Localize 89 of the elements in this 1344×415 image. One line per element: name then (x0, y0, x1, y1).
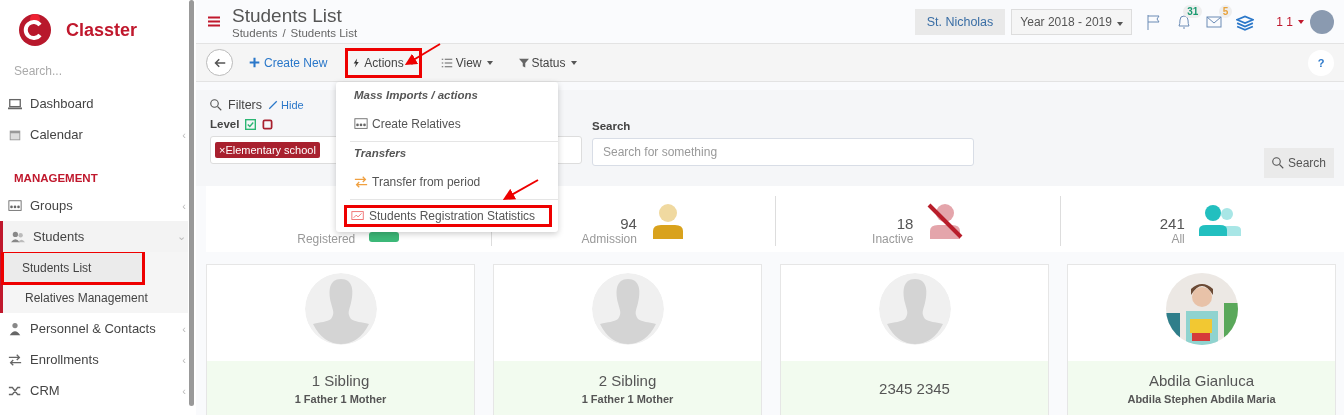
breadcrumb-link[interactable]: Students List (290, 26, 358, 39)
menu-heading: Transfers (353, 146, 408, 161)
student-name: Abdila Gianluca (1148, 371, 1255, 389)
chevron-icon: ‹ (182, 322, 186, 335)
chevron-icon: ‹ (182, 128, 186, 141)
group-icon (8, 198, 22, 213)
exchange-icon (8, 352, 22, 367)
sidebar-subitem[interactable]: Students List (4, 253, 142, 282)
chevron-icon: ‹ (182, 199, 186, 212)
avatar-placeholder-icon (304, 273, 377, 345)
student-card[interactable]: 2 Sibling 1 Father 1 Mother (493, 264, 762, 415)
stat-count: 18 (896, 215, 914, 232)
page-title: Students List (232, 4, 343, 27)
sidebar-item[interactable]: Groups ‹ (0, 190, 188, 221)
sidebar-item[interactable]: Enrollments ‹ (0, 344, 188, 375)
check-square-icon (245, 118, 257, 130)
menu-item[interactable]: Students Registration Statistics (344, 205, 552, 227)
chevron-icon: ⌄ (177, 230, 186, 243)
sidebar-item[interactable]: Calendar ‹ (0, 119, 188, 150)
notification-badge: 31 (1183, 4, 1203, 18)
sidebar-item[interactable]: CRM ‹ (0, 375, 188, 406)
stat-label: Admission (581, 232, 637, 246)
breadcrumb-link[interactable]: Students (232, 26, 278, 39)
menu-button[interactable]: Actions (345, 47, 422, 78)
stat-label: Registered (297, 232, 356, 246)
search-icon (1271, 157, 1284, 169)
student-name: 2 Sibling (598, 371, 657, 389)
exchange-icon (354, 174, 368, 189)
annotation-arrow (404, 43, 441, 66)
help-button[interactable]: ? (1308, 49, 1334, 76)
student-name: 1 Sibling (311, 371, 370, 389)
user-name[interactable]: 1 1 (1276, 14, 1304, 29)
level-label: Level (210, 118, 240, 130)
sidebar-subitem[interactable]: Relatives Management (3, 283, 188, 312)
student-card[interactable]: 1 Sibling 1 Father 1 Mother (206, 264, 475, 415)
stat-count: 94 (620, 215, 637, 232)
search-field[interactable]: Search... (12, 60, 162, 82)
logo-icon (18, 13, 52, 47)
back-arrow-icon (213, 56, 226, 69)
relatives-names: 1 Father 1 Mother (581, 392, 674, 405)
search-button[interactable]: Search (1263, 148, 1334, 178)
year-dropdown[interactable]: Year 2018 - 2019 (1011, 8, 1133, 35)
search-field[interactable]: Search for something (592, 138, 974, 166)
square-icon (262, 118, 274, 130)
menu-button[interactable]: Status (511, 47, 584, 78)
school-button[interactable]: St. Nicholas (914, 8, 1006, 35)
create-new-button[interactable]: Create New (243, 54, 334, 71)
avatar-placeholder-icon (591, 273, 664, 345)
menu-icon[interactable] (208, 16, 220, 27)
menu-button[interactable]: View (433, 47, 500, 78)
filters-label: Filters (228, 98, 263, 112)
chevron-icon: ‹ (182, 384, 186, 397)
hide-link[interactable]: Hide (268, 99, 304, 111)
relatives-names: Abdila Stephen Abdila Maria (1127, 392, 1276, 405)
brand-name: Classter (66, 19, 138, 41)
user-avatar[interactable] (1310, 9, 1334, 34)
scrollbar[interactable] (189, 0, 194, 406)
stat-label: Inactive (872, 232, 914, 246)
person-crossed-icon (927, 203, 964, 239)
filter-tag[interactable]: ×Elementary school (215, 142, 320, 158)
student-name: 2345 2345 (879, 379, 950, 397)
avatar-placeholder-icon (878, 273, 951, 345)
student-card[interactable]: Abdila Gianluca Abdila Stephen Abdila Maria (1067, 264, 1336, 415)
relatives-names: 1 Father 1 Mother (294, 392, 387, 405)
breadcrumb-separator: / (282, 26, 286, 39)
search-icon (210, 99, 222, 111)
envelope-icon (1206, 13, 1223, 30)
users-icon (11, 229, 25, 244)
stat-label: All (1171, 232, 1185, 246)
sidebar-item[interactable]: Students ⌄ (0, 221, 188, 252)
student-card[interactable]: 2345 2345 (780, 264, 1049, 415)
menu-item[interactable]: Create Relatives (350, 106, 558, 142)
bell-icon (1176, 13, 1193, 30)
sidebar-item[interactable]: Dashboard (0, 88, 188, 119)
stat-count: 241 (1159, 215, 1185, 232)
chart-icon (351, 209, 365, 223)
flag-icon (1146, 13, 1163, 30)
message-badge: 5 (1218, 4, 1233, 18)
plus-icon (249, 57, 260, 68)
chevron-icon: ‹ (182, 353, 186, 366)
sidebar-item[interactable]: Personnel & Contacts ‹ (0, 313, 188, 344)
group-icon (354, 116, 368, 131)
search-label: Search (592, 120, 632, 132)
menu-item[interactable]: Transfer from period (350, 164, 558, 200)
menu-heading: Mass Imports / actions (353, 88, 479, 103)
laptop-icon (8, 96, 22, 111)
back-button[interactable] (206, 49, 233, 76)
annotation-arrow (502, 179, 539, 200)
section-heading: MANAGEMENT (13, 171, 99, 186)
